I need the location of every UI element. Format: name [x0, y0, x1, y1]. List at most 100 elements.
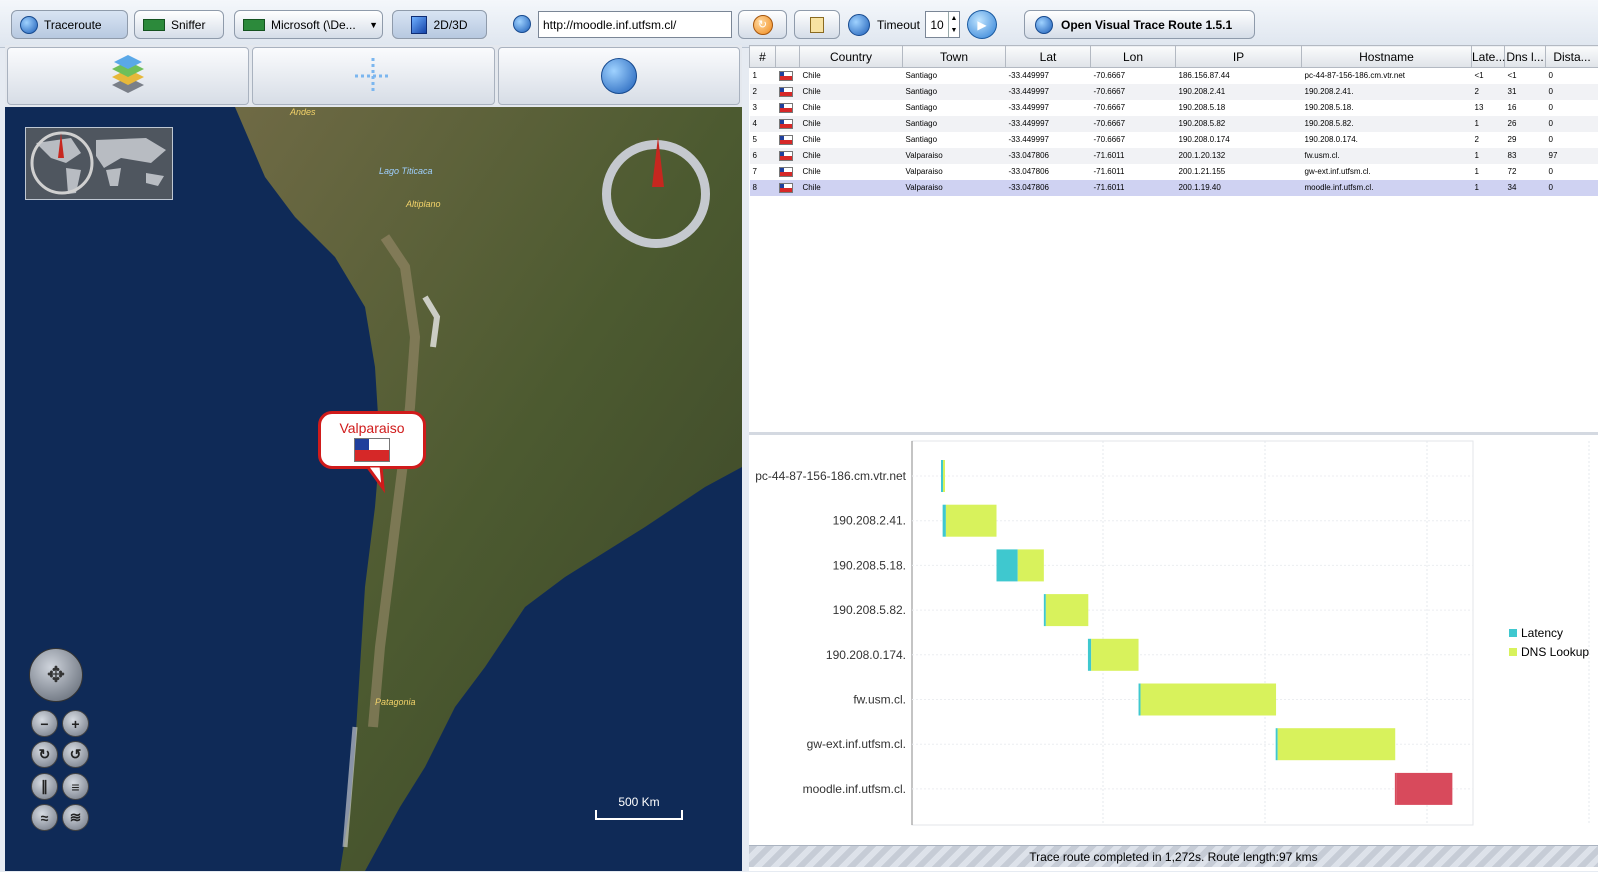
- timeout-spinner[interactable]: 10 ▲ ▼: [925, 11, 960, 38]
- map-view[interactable]: Andes Lago Titicaca Altiplano Patagonia …: [5, 107, 742, 871]
- layers-button[interactable]: [7, 47, 250, 105]
- cell-hostname: 190.208.0.174.: [1304, 135, 1358, 144]
- cell-index: 6: [749, 147, 776, 164]
- cell-lon: -71.6011: [1090, 179, 1176, 196]
- world-map-icon: [26, 128, 172, 199]
- hops-table-area: # Country Town Lat Lon IP Hostname Late.…: [749, 45, 1598, 435]
- zoom-in-button[interactable]: +: [62, 710, 89, 737]
- cell-country: Chile: [799, 147, 903, 164]
- col-header-flag[interactable]: [775, 45, 800, 68]
- import-button[interactable]: [794, 10, 840, 39]
- col-header-lat[interactable]: Lat: [1005, 45, 1091, 68]
- sniffer-button[interactable]: Sniffer: [134, 10, 224, 39]
- cell-index: 1: [752, 71, 757, 81]
- cell-flag: [775, 115, 800, 132]
- cell-lat: -33.449997: [1008, 103, 1049, 112]
- zoom-out-button[interactable]: −: [31, 710, 58, 737]
- device-select[interactable]: Microsoft (\De... ▼: [234, 10, 383, 39]
- col-header-ip[interactable]: IP: [1175, 45, 1302, 68]
- main-toolbar: Traceroute Sniffer Microsoft (\De... ▼ 2…: [0, 0, 1598, 48]
- table-row[interactable]: 3 Chile Santiago -33.449997 -70.6667 190.208.…: [750, 100, 1598, 116]
- dns-lookup-bar: [943, 460, 945, 492]
- cell-country: Chile: [799, 83, 903, 100]
- cell-index: 2: [749, 83, 776, 100]
- y-tick-label: 190.208.0.174.: [826, 648, 906, 662]
- url-input[interactable]: [538, 11, 732, 38]
- gantt-chart-svg: pc-44-87-156-186.cm.vtr.net 190.208.2.41.…: [755, 440, 1590, 826]
- scale-bar: [595, 810, 683, 820]
- cell-country: Chile: [802, 167, 821, 176]
- table-header: # Country Town Lat Lon IP Hostname Late.…: [749, 45, 1598, 68]
- cell-ip: 190.208.5.82: [1175, 115, 1302, 132]
- col-header-hostname[interactable]: Hostname: [1301, 45, 1472, 68]
- cell-latency: 2: [1474, 135, 1479, 144]
- callout-pointer: [365, 466, 385, 494]
- chile-flag-icon: [778, 182, 793, 193]
- pan-control[interactable]: ✥: [29, 648, 83, 702]
- col-header-dns[interactable]: Dns l...: [1504, 45, 1546, 68]
- table-row[interactable]: 2 Chile Santiago -33.449997 -70.6667 190.208.…: [749, 83, 1598, 100]
- col-header-distance[interactable]: Dista...: [1545, 45, 1598, 68]
- cell-dns: 26: [1504, 115, 1546, 132]
- table-row[interactable]: 1 Chile Santiago -33.449997 -70.6667 186.156.…: [750, 68, 1598, 84]
- rotate-ccw-button[interactable]: ↺: [62, 741, 89, 768]
- cell-hostname: 190.208.2.41.: [1301, 83, 1472, 100]
- compass-control[interactable]: [602, 137, 710, 248]
- col-header-index[interactable]: #: [749, 45, 776, 68]
- cell-index: 5: [752, 135, 757, 144]
- go-button[interactable]: ↻: [738, 10, 787, 39]
- cell-latency: 1: [1474, 167, 1479, 176]
- tilt-button[interactable]: ∥: [31, 773, 58, 800]
- start-trace-button[interactable]: ▶: [967, 10, 997, 39]
- timeout-value: 10: [930, 17, 944, 32]
- cell-hostname: moodle.inf.utfsm.cl.: [1301, 179, 1472, 196]
- latency-bar: [996, 549, 1018, 582]
- legend-swatch: [1509, 629, 1517, 637]
- latency-bar: [1138, 683, 1141, 716]
- pitch-button[interactable]: ≡: [62, 773, 89, 800]
- cell-distance: 0: [1545, 83, 1598, 100]
- cell-hostname: pc-44-87-156-186.cm.vtr.net: [1304, 71, 1406, 81]
- pitch-icon: ≡: [71, 778, 80, 795]
- cell-latency: 1: [1471, 115, 1505, 132]
- app-title: Open Visual Trace Route 1.5.1: [1061, 17, 1233, 32]
- about-button[interactable]: Open Visual Trace Route 1.5.1: [1024, 10, 1255, 39]
- latency-bar: [1275, 728, 1278, 761]
- col-header-country[interactable]: Country: [799, 45, 903, 68]
- crosshair-button[interactable]: [252, 47, 495, 105]
- table-row[interactable]: 8 Chile Valparaiso -33.047806 -71.6011 200.1.…: [749, 179, 1598, 196]
- table-row[interactable]: 7 Chile Valparaiso -33.047806 -71.6011 200.1.…: [750, 164, 1598, 180]
- cell-country: Chile: [799, 179, 903, 196]
- globe-view-button[interactable]: [497, 47, 740, 105]
- col-header-lon[interactable]: Lon: [1090, 45, 1176, 68]
- cell-lon: -70.6667: [1093, 103, 1126, 112]
- cell-lat: -33.047806: [1005, 147, 1091, 164]
- spinner-arrows-icon[interactable]: ▲ ▼: [948, 12, 959, 37]
- latency-bar: [941, 460, 943, 492]
- cell-ip: 190.208.5.18: [1178, 103, 1226, 112]
- cell-lat: -33.449997: [1008, 71, 1049, 81]
- col-header-town[interactable]: Town: [902, 45, 1006, 68]
- exaggeration-down-button[interactable]: ≈: [31, 804, 58, 831]
- view-2d3d-toggle[interactable]: 2D/3D: [392, 10, 487, 39]
- overview-minimap[interactable]: [25, 127, 173, 200]
- latency-bar: [1394, 772, 1397, 805]
- cell-hostname: 190.208.5.82.: [1301, 115, 1472, 132]
- location-callout[interactable]: Valparaiso: [318, 411, 426, 469]
- rotate-cw-button[interactable]: ↻: [31, 741, 58, 768]
- cell-distance: 97: [1545, 147, 1598, 164]
- exaggeration-up-button[interactable]: ≋: [62, 804, 89, 831]
- chile-flag-icon: [778, 134, 793, 145]
- traceroute-button[interactable]: Traceroute: [11, 10, 128, 39]
- chile-flag-icon: [778, 102, 793, 113]
- cell-latency: 13: [1474, 103, 1484, 112]
- cell-flag: [775, 83, 800, 100]
- cell-flag: [775, 179, 800, 196]
- cell-distance: 0: [1548, 135, 1553, 144]
- cell-dns: <1: [1507, 71, 1517, 81]
- col-header-latency[interactable]: Late...: [1471, 45, 1505, 68]
- table-row[interactable]: 5 Chile Santiago -33.449997 -70.6667 190.208.…: [750, 132, 1598, 148]
- table-row[interactable]: 6 Chile Valparaiso -33.047806 -71.6011 200.1.…: [749, 147, 1598, 164]
- y-tick-label: 190.208.5.18.: [833, 558, 906, 572]
- table-row[interactable]: 4 Chile Santiago -33.449997 -70.6667 190.208.…: [749, 115, 1598, 132]
